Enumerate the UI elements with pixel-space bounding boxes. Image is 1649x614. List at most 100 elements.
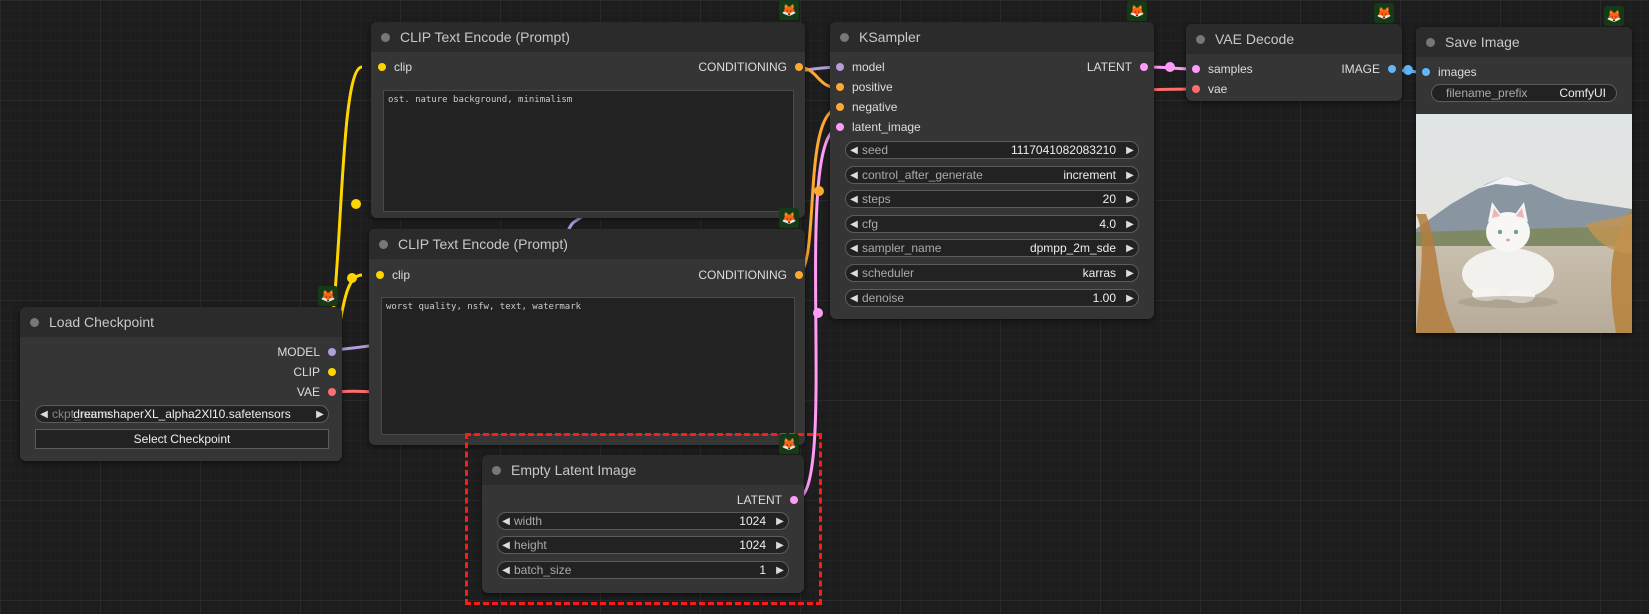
clip-socket-icon[interactable] [376,271,384,279]
collapse-dot-icon[interactable] [1426,37,1435,47]
node-ksampler[interactable]: KSampler model positive negative latent_… [830,22,1154,319]
reroute-dot-image [1403,65,1413,75]
widget-label: denoise [862,291,905,305]
widget-cfg[interactable]: ◀ cfg 4.0 ▶ [845,215,1139,233]
node-clip-text-encode-negative[interactable]: CLIP Text Encode (Prompt) clip CONDITION… [369,229,805,445]
selection-highlight [465,433,822,605]
input-slot-model[interactable]: model [836,60,885,74]
model-socket-icon[interactable] [328,348,336,356]
widget-filename-prefix[interactable]: filename_prefix ComfyUI [1431,84,1617,102]
decrement-arrow-icon[interactable]: ◀ [846,170,862,181]
output-slot-model[interactable]: MODEL [277,345,336,359]
collapse-dot-icon[interactable] [381,32,390,42]
collapse-dot-icon[interactable] [379,239,388,249]
model-socket-icon[interactable] [836,63,844,71]
latent-socket-icon[interactable] [1140,63,1148,71]
collapse-dot-icon[interactable] [30,317,39,327]
vae-socket-icon[interactable] [1192,85,1200,93]
increment-arrow-icon[interactable]: ▶ [1122,268,1138,279]
output-slot-latent[interactable]: LATENT [1087,60,1148,74]
increment-arrow-icon[interactable]: ▶ [1122,194,1138,205]
widget-value: increment [1063,168,1116,182]
node-title-bar[interactable]: KSampler [830,22,1154,52]
clip-socket-icon[interactable] [378,63,386,71]
widget-ckpt-name[interactable]: ◀ ckpt_name dreamshaperXL_alpha2Xl10.saf… [35,405,329,423]
widget-scheduler[interactable]: ◀ scheduler karras ▶ [845,264,1139,282]
node-clip-text-encode-positive[interactable]: CLIP Text Encode (Prompt) clip CONDITION… [371,22,805,218]
collapse-dot-icon[interactable] [840,32,849,42]
comfy-fox-icon[interactable]: 🦊 [318,286,338,306]
output-slot-conditioning[interactable]: CONDITIONING [698,60,803,74]
latent-socket-icon[interactable] [836,123,844,131]
slot-label: positive [852,80,893,94]
increment-arrow-icon[interactable]: ▶ [1122,243,1138,254]
decrement-arrow-icon[interactable]: ◀ [846,293,862,304]
input-slot-positive[interactable]: positive [836,80,893,94]
vae-socket-icon[interactable] [328,388,336,396]
widget-label: seed [862,143,889,157]
widget-control-after-generate[interactable]: ◀ control_after_generate increment ▶ [845,166,1139,184]
node-vae-decode[interactable]: VAE Decode samples vae IMAGE [1186,24,1402,101]
node-save-image[interactable]: Save Image images filename_prefix ComfyU… [1416,27,1632,333]
widget-steps[interactable]: ◀ steps 20 ▶ [845,190,1139,208]
output-slot-vae[interactable]: VAE [297,385,336,399]
increment-arrow-icon[interactable]: ▶ [312,409,328,420]
comfy-fox-icon[interactable]: 🦊 [1604,6,1624,26]
decrement-arrow-icon[interactable]: ◀ [846,268,862,279]
increment-arrow-icon[interactable]: ▶ [1122,145,1138,156]
decrement-arrow-icon[interactable]: ◀ [36,409,52,420]
node-title-bar[interactable]: CLIP Text Encode (Prompt) [369,229,805,259]
widget-label: filename_prefix [1446,86,1528,100]
node-load-checkpoint[interactable]: Load Checkpoint MODEL CLIP VAE ◀ ckpt_na… [20,307,342,461]
widget-value: dpmpp_2m_sde [1029,241,1116,255]
image-socket-icon[interactable] [1422,68,1430,76]
conditioning-socket-icon[interactable] [795,271,803,279]
increment-arrow-icon[interactable]: ▶ [1122,293,1138,304]
slot-label: MODEL [277,345,320,359]
conditioning-socket-icon[interactable] [836,83,844,91]
slot-label: latent_image [852,120,921,134]
decrement-arrow-icon[interactable]: ◀ [846,194,862,205]
comfy-fox-icon[interactable]: 🦊 [779,434,799,454]
output-slot-image[interactable]: IMAGE [1341,62,1396,76]
slot-label: clip [392,268,411,282]
input-slot-images[interactable]: images [1422,65,1477,79]
increment-arrow-icon[interactable]: ▶ [1122,219,1138,230]
decrement-arrow-icon[interactable]: ◀ [846,219,862,230]
widget-sampler-name[interactable]: ◀ sampler_name dpmpp_2m_sde ▶ [845,239,1139,257]
clip-socket-icon[interactable] [328,368,336,376]
prompt-textarea[interactable]: ost. nature background, minimalism [383,90,794,212]
node-title-bar[interactable]: CLIP Text Encode (Prompt) [371,22,805,52]
generated-image-preview[interactable] [1416,114,1632,333]
comfy-fox-icon[interactable]: 🦊 [779,208,799,228]
comfy-fox-icon[interactable]: 🦊 [1374,3,1394,23]
conditioning-socket-icon[interactable] [795,63,803,71]
node-title-bar[interactable]: Load Checkpoint [20,307,342,337]
comfy-fox-icon[interactable]: 🦊 [779,0,799,20]
decrement-arrow-icon[interactable]: ◀ [846,145,862,156]
input-slot-samples[interactable]: samples [1192,62,1253,76]
node-graph-canvas[interactable]: CLIP Text Encode (Prompt) clip CONDITION… [0,0,1649,614]
input-slot-vae[interactable]: vae [1192,82,1227,96]
output-slot-conditioning[interactable]: CONDITIONING [698,268,803,282]
widget-value: 1.00 [1092,291,1116,305]
image-socket-icon[interactable] [1388,65,1396,73]
widget-denoise[interactable]: ◀ denoise 1.00 ▶ [845,289,1139,307]
latent-socket-icon[interactable] [1192,65,1200,73]
input-slot-clip[interactable]: clip [378,60,412,74]
input-slot-latent-image[interactable]: latent_image [836,120,921,134]
input-slot-clip[interactable]: clip [376,268,410,282]
prompt-textarea[interactable]: worst quality, nsfw, text, watermark [381,297,795,435]
collapse-dot-icon[interactable] [1196,34,1205,44]
node-title-bar[interactable]: Save Image [1416,27,1632,57]
node-title-bar[interactable]: VAE Decode [1186,24,1402,54]
slot-label: negative [852,100,898,114]
comfy-fox-icon[interactable]: 🦊 [1127,1,1147,21]
widget-seed[interactable]: ◀ seed 1117041082083210 ▶ [845,141,1139,159]
input-slot-negative[interactable]: negative [836,100,897,114]
increment-arrow-icon[interactable]: ▶ [1122,170,1138,181]
output-slot-clip[interactable]: CLIP [293,365,336,379]
select-checkpoint-button[interactable]: Select Checkpoint [35,429,329,449]
conditioning-socket-icon[interactable] [836,103,844,111]
decrement-arrow-icon[interactable]: ◀ [846,243,862,254]
